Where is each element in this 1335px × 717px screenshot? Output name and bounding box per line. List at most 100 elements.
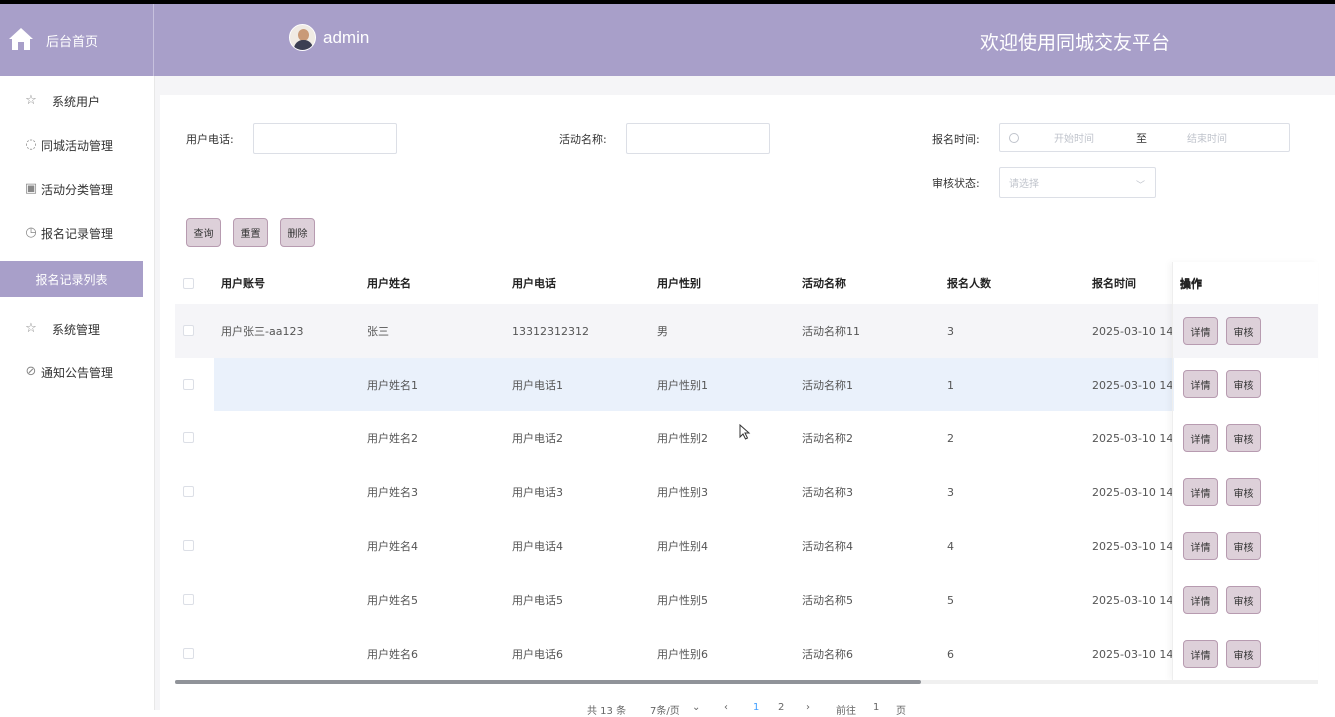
phone-label: 用户电话:	[186, 133, 234, 146]
goto-page-input[interactable]: 1	[873, 702, 879, 713]
home-label: 后台首页	[46, 34, 99, 50]
audit-button[interactable]: 审核	[1226, 640, 1261, 668]
next-page-button[interactable]: ›	[806, 702, 810, 713]
activity-name-input[interactable]	[626, 123, 770, 154]
row-checkbox[interactable]	[183, 594, 194, 605]
date-range-picker[interactable]: 开始时间 至 结束时间	[999, 123, 1290, 152]
row-checkbox[interactable]	[183, 648, 194, 659]
cell-phone: 用户电话2	[512, 432, 563, 445]
cell-name: 用户姓名6	[367, 648, 418, 661]
row-checkbox[interactable]	[183, 540, 194, 551]
audit-button[interactable]: 审核	[1226, 586, 1261, 614]
audit-button[interactable]: 审核	[1226, 478, 1261, 506]
cell-name: 用户姓名3	[367, 486, 418, 499]
cell-activity: 活动名称6	[802, 648, 853, 661]
sidebar-item-signup-list[interactable]: 报名记录列表	[0, 261, 143, 297]
box-icon: ▣	[24, 181, 38, 196]
horizontal-scrollbar-thumb[interactable]	[175, 680, 921, 684]
row-checkbox[interactable]	[183, 325, 194, 336]
detail-button[interactable]: 详情	[1183, 586, 1218, 614]
audit-button[interactable]: 审核	[1226, 424, 1261, 452]
page-2-button[interactable]: 2	[778, 702, 784, 713]
cell-gender: 用户性别2	[657, 432, 708, 445]
cell-activity: 活动名称1	[802, 379, 853, 392]
cell-count: 3	[947, 485, 954, 499]
table-row[interactable]: 用户姓名3 用户电话3 用户性别3 活动名称3 3 2025-03-10 14:…	[175, 465, 1318, 519]
column-header: 报名时间	[1092, 277, 1136, 290]
cell-phone: 用户电话3	[512, 486, 563, 499]
table-row[interactable]: 用户姓名1 用户电话1 用户性别1 活动名称1 1 2025-03-10 14:…	[175, 358, 1318, 412]
cell-name: 用户姓名2	[367, 432, 418, 445]
sidebar-item-notice-management[interactable]: ⊘ 通知公告管理	[0, 354, 154, 390]
cell-count: 6	[947, 647, 954, 661]
sidebar-item-system-users[interactable]: ☆ 系统用户	[0, 83, 154, 119]
row-checkbox[interactable]	[183, 486, 194, 497]
home-link[interactable]: 后台首页	[0, 4, 154, 76]
sidebar-item-signup-management[interactable]: ◷ 报名记录管理	[0, 215, 154, 251]
cell-gender: 用户性别6	[657, 648, 708, 661]
detail-button[interactable]: 详情	[1183, 478, 1218, 506]
cell-phone: 用户电话5	[512, 594, 563, 607]
cell-gender: 用户性别4	[657, 540, 708, 553]
column-header: 用户性别	[657, 277, 701, 290]
cell-gender: 用户性别5	[657, 594, 708, 607]
prev-page-button[interactable]: ‹	[724, 702, 728, 713]
cell-time: 2025-03-10 14:5	[1092, 593, 1172, 607]
select-all-checkbox[interactable]	[183, 278, 194, 289]
phone-input[interactable]	[253, 123, 397, 154]
mouse-cursor-icon	[739, 424, 751, 440]
cell-activity: 活动名称4	[802, 540, 853, 553]
home-icon	[8, 26, 34, 55]
cell-phone: 用户电话4	[512, 540, 563, 553]
delete-button[interactable]: 删除	[280, 218, 315, 247]
cell-count: 5	[947, 593, 954, 607]
cell-name: 用户姓名4	[367, 540, 418, 553]
reset-button[interactable]: 重置	[233, 218, 268, 247]
audit-button[interactable]: 审核	[1226, 317, 1261, 345]
cell-time: 2025-03-10 14:5	[1092, 324, 1172, 338]
sidebar-item-category-management[interactable]: ▣ 活动分类管理	[0, 171, 154, 207]
audit-button[interactable]: 审核	[1226, 532, 1261, 560]
clock-icon	[1009, 132, 1019, 143]
detail-button[interactable]: 详情	[1183, 424, 1218, 452]
cell-activity: 活动名称11	[802, 325, 860, 338]
detail-button[interactable]: 详情	[1183, 317, 1218, 345]
table-row[interactable]: 用户姓名5 用户电话5 用户性别5 活动名称5 5 2025-03-10 14:…	[175, 573, 1318, 627]
detail-button[interactable]: 详情	[1183, 532, 1218, 560]
table-header: 用户账号 用户姓名 用户电话 用户性别 活动名称 报名人数 报名时间 操作	[175, 262, 1318, 304]
activity-name-label: 活动名称:	[559, 133, 607, 146]
audit-button[interactable]: 审核	[1226, 370, 1261, 398]
sidebar-item-system-management[interactable]: ☆ 系统管理	[0, 311, 154, 347]
cell-gender: 男	[657, 325, 668, 338]
page-1-button[interactable]: 1	[753, 702, 759, 713]
row-checkbox[interactable]	[183, 379, 194, 390]
sidebar-item-label: 系统用户	[52, 94, 101, 109]
sidebar-item-activity-management[interactable]: ◌ 同城活动管理	[0, 127, 154, 163]
column-header: 报名人数	[947, 277, 991, 290]
cell-count: 4	[947, 539, 954, 553]
cell-gender: 用户性别1	[657, 379, 708, 392]
user-menu[interactable]: admin	[289, 24, 369, 51]
start-date-input[interactable]: 开始时间	[1054, 130, 1094, 145]
range-separator: 至	[1136, 131, 1147, 145]
end-date-input[interactable]: 结束时间	[1187, 130, 1227, 145]
cell-activity: 活动名称5	[802, 594, 853, 607]
query-button[interactable]: 查询	[186, 218, 221, 247]
table-row[interactable]: 用户张三-aa123 张三 13312312312 男 活动名称11 3 202…	[175, 304, 1318, 358]
table-row[interactable]: 用户姓名6 用户电话6 用户性别6 活动名称6 6 2025-03-10 14:…	[175, 627, 1318, 681]
cell-count: 3	[947, 324, 954, 338]
audit-status-select[interactable]: 请选择 ﹀	[999, 167, 1156, 198]
table-row[interactable]: 用户姓名4 用户电话4 用户性别4 活动名称4 4 2025-03-10 14:…	[175, 519, 1318, 573]
detail-button[interactable]: 详情	[1183, 370, 1218, 398]
cell-name: 用户姓名1	[367, 379, 418, 392]
cell-time: 2025-03-10 14:5	[1092, 647, 1172, 661]
cell-phone: 用户电话1	[512, 379, 563, 392]
column-header: 活动名称	[802, 277, 846, 290]
audit-status-label: 审核状态:	[932, 177, 980, 190]
row-checkbox[interactable]	[183, 432, 194, 443]
hand-icon: ◌	[25, 137, 37, 152]
cell-name: 用户姓名5	[367, 594, 418, 607]
detail-button[interactable]: 详情	[1183, 640, 1218, 668]
column-header: 操作	[1180, 278, 1202, 291]
cell-activity: 活动名称3	[802, 486, 853, 499]
